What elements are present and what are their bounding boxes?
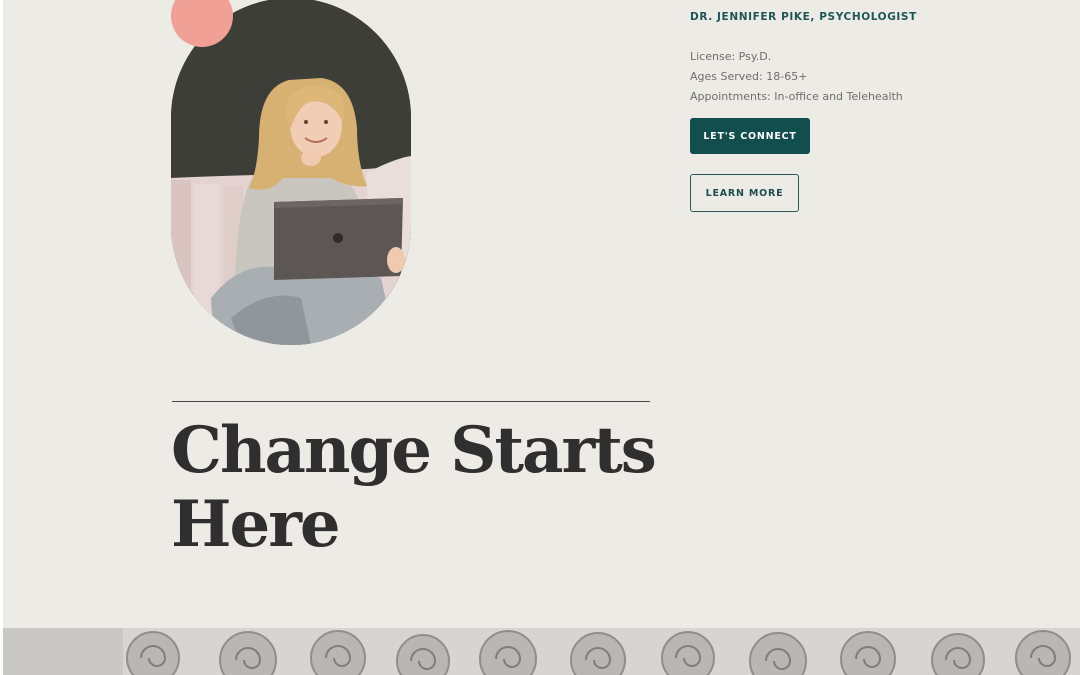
woman-with-laptop-illustration: [171, 0, 411, 345]
lets-connect-button[interactable]: LET'S CONNECT: [690, 118, 810, 154]
appointments-detail: Appointments: In-office and Telehealth: [690, 90, 903, 103]
stone-relief-band: [3, 628, 1080, 675]
stone-scroll-illustration: [3, 628, 1080, 675]
hero-headline: Change Starts Here: [171, 414, 691, 562]
provider-name: DR. JENNIFER PIKE, PSYCHOLOGIST: [690, 11, 917, 23]
ages-served-detail: Ages Served: 18-65+: [690, 70, 808, 83]
left-edge-strip: [0, 0, 3, 675]
license-detail: License: Psy.D.: [690, 50, 772, 63]
learn-more-button[interactable]: LEARN MORE: [690, 174, 799, 212]
section-divider: [172, 401, 650, 402]
headline-line-1: Change Starts: [171, 413, 657, 488]
provider-details: License: Psy.D. Ages Served: 18-65+ Appo…: [690, 47, 1030, 107]
page: DR. JENNIFER PIKE, PSYCHOLOGIST License:…: [0, 0, 1080, 675]
provider-info: DR. JENNIFER PIKE, PSYCHOLOGIST License:…: [690, 10, 1030, 107]
headline-line-2: Here: [171, 487, 341, 562]
portrait-photo: [171, 0, 411, 345]
